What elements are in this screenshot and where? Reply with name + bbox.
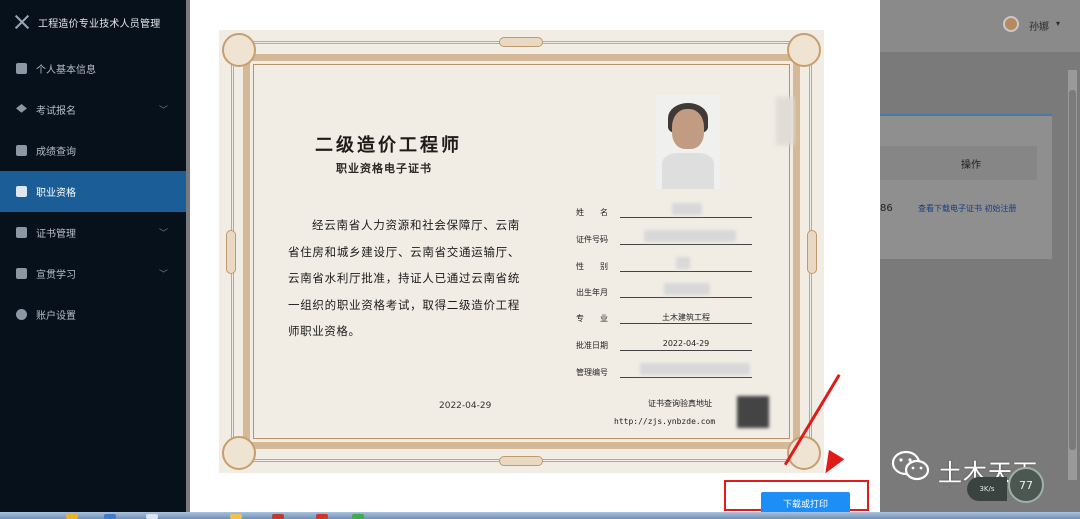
column-header-operation: 操作 <box>961 160 981 171</box>
avatar[interactable] <box>1003 16 1019 32</box>
sidebar-item-qualification[interactable]: 职业资格 <box>0 171 186 212</box>
brand[interactable]: 工程造价专业技术人员管理 <box>0 0 186 44</box>
certificate-subtitle: 职业资格电子证书 <box>336 162 432 175</box>
sidebar: 工程造价专业技术人员管理 个人基本信息 考试报名 ﹀ 成绩查询 职业资格 证书管… <box>0 0 186 512</box>
sidebar-item-personal-info[interactable]: 个人基本信息 <box>0 48 186 89</box>
sidebar-item-certificate-management[interactable]: 证书管理 ﹀ <box>0 212 186 253</box>
caret-down-icon[interactable]: ▾ <box>1056 19 1060 28</box>
taskbar-app-icon[interactable] <box>230 514 242 519</box>
sidebar-item-score-query[interactable]: 成绩查询 <box>0 130 186 171</box>
sidebar-item-label: 宣贯学习 <box>36 270 76 281</box>
corner-ornament-icon <box>222 436 256 470</box>
chevron-down-icon: ﹀ <box>158 106 168 116</box>
sidebar-item-label: 职业资格 <box>36 188 76 199</box>
redacted-value <box>640 363 750 375</box>
taskbar-app-icon[interactable] <box>272 514 284 519</box>
taskbar-app-icon[interactable] <box>316 514 328 519</box>
certificate-body-text: 经云南省人力资源和社会保障厅、云南省住房和城乡建设厅、云南省交通运输厅、云南省水… <box>288 218 520 338</box>
network-speed: 3K/s <box>967 477 1007 501</box>
field-label: 批准日期 <box>576 341 608 350</box>
scrollbar-thumb[interactable] <box>1069 90 1076 450</box>
sidebar-item-label: 个人基本信息 <box>36 65 96 76</box>
sidebar-item-label: 考试报名 <box>36 106 76 117</box>
border-ornament-icon <box>807 230 817 274</box>
corner-ornament-icon <box>222 33 256 67</box>
sidebar-item-label: 成绩查询 <box>36 147 76 158</box>
holder-photo <box>656 95 720 189</box>
qr-code-icon <box>737 396 769 428</box>
certificate-issue-date: 2022-04-29 <box>439 401 492 411</box>
verify-label: 证书查询验真地址 <box>648 399 712 408</box>
redacted-value <box>676 257 690 269</box>
verify-url: http://zjs.ynbzde.com <box>614 417 716 426</box>
score-icon <box>16 145 27 156</box>
field-value: 土木建筑工程 <box>662 313 710 322</box>
sidebar-item-exam-registration[interactable]: 考试报名 ﹀ <box>0 89 186 130</box>
background-panel <box>880 114 1052 259</box>
book-icon <box>16 268 27 279</box>
border-ornament-icon <box>499 456 543 466</box>
brand-title: 工程造价专业技术人员管理 <box>38 18 161 30</box>
header-bar <box>880 0 1080 52</box>
chevron-down-icon: ﹀ <box>158 270 168 280</box>
taskbar-app-icon[interactable] <box>66 514 78 519</box>
border-ornament-icon <box>499 37 543 47</box>
graduation-cap-icon <box>16 104 27 113</box>
crossed-tools-icon <box>14 14 30 30</box>
sidebar-menu: 个人基本信息 考试报名 ﹀ 成绩查询 职业资格 证书管理 ﹀ 宣贯学习 ﹀ 账户… <box>0 48 186 335</box>
border-ornament-icon <box>226 230 236 274</box>
table-header <box>880 146 1037 180</box>
user-card-icon <box>16 63 27 74</box>
field-value: 2022-04-29 <box>662 339 710 348</box>
sidebar-item-account-settings[interactable]: 账户设置 <box>0 294 186 335</box>
sidebar-item-label: 证书管理 <box>36 229 76 240</box>
table-cell: 86 <box>880 203 893 214</box>
chevron-down-icon: ﹀ <box>158 229 168 239</box>
field-label: 出生年月 <box>576 288 608 297</box>
blurred-seal <box>776 97 794 145</box>
id-card-icon <box>16 186 27 197</box>
user-name[interactable]: 孙娜 <box>1029 18 1049 33</box>
taskbar-app-icon[interactable] <box>352 514 364 519</box>
field-label: 管理编号 <box>576 368 608 377</box>
sidebar-item-label: 账户设置 <box>36 311 76 322</box>
taskbar <box>0 512 1080 519</box>
corner-ornament-icon <box>787 33 821 67</box>
certificate-icon <box>16 227 27 238</box>
sidebar-item-study[interactable]: 宣贯学习 ﹀ <box>0 253 186 294</box>
download-print-button[interactable]: 下载或打印 <box>761 492 850 514</box>
certificate-title: 二级造价工程师 <box>315 135 462 156</box>
taskbar-app-icon[interactable] <box>146 514 158 519</box>
row-action-links[interactable]: 查看下载电子证书 初始注册 <box>918 203 1017 214</box>
taskbar-app-icon[interactable] <box>104 514 116 519</box>
redacted-value <box>664 283 710 295</box>
field-label: 性 别 <box>576 262 608 271</box>
settings-icon <box>16 309 27 320</box>
field-label: 证件号码 <box>576 235 608 244</box>
field-label: 专 业 <box>576 314 608 323</box>
wechat-icon <box>891 450 930 481</box>
usage-gauge[interactable]: 77 <box>1008 467 1044 503</box>
redacted-value <box>644 230 736 242</box>
redacted-value <box>672 203 702 215</box>
field-label: 姓 名 <box>576 208 608 217</box>
